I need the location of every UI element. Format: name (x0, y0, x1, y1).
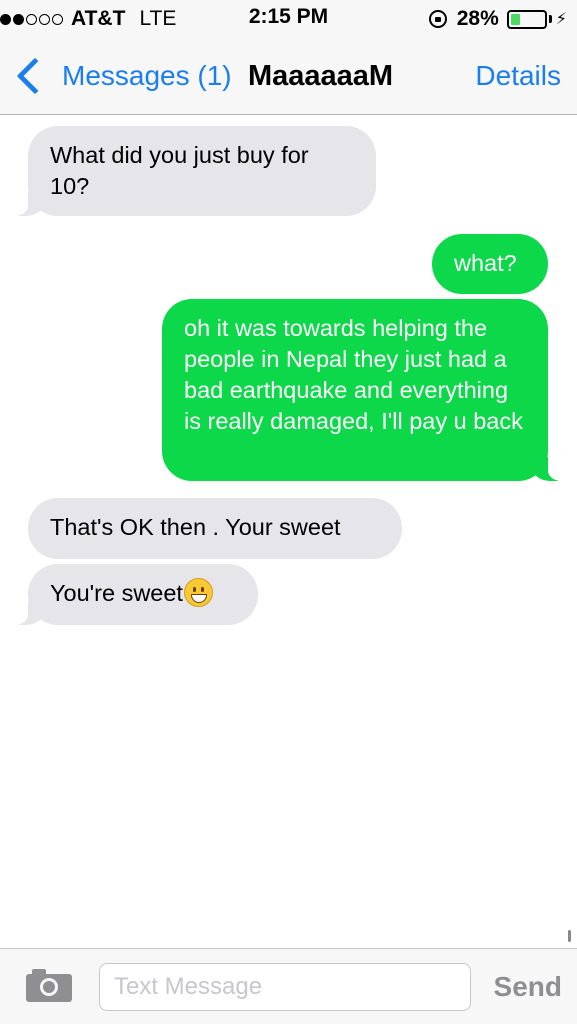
charging-bolt-icon: ⚡ (555, 11, 567, 28)
message-text: What did you just buy for 10? (50, 142, 309, 199)
bubble-tail (532, 453, 570, 481)
camera-lens (40, 978, 58, 996)
message-text: oh it was towards helping the people in … (184, 315, 523, 434)
back-label: Messages (1) (62, 60, 232, 91)
outgoing-message-bubble[interactable]: oh it was towards helping the people in … (162, 299, 570, 481)
message-text: That's OK then . Your sweet (50, 514, 341, 540)
camera-icon[interactable] (26, 969, 72, 1002)
message-input-bar: Send (0, 948, 577, 1024)
incoming-message-bubble[interactable]: You're sweet (6, 564, 258, 625)
battery-fill (510, 13, 520, 25)
chevron-left-icon (16, 57, 54, 95)
text-message-input[interactable] (99, 963, 471, 1011)
battery-percent: 28% (456, 7, 499, 30)
incoming-message-bubble[interactable]: What did you just buy for 10? (6, 126, 376, 216)
grinning-face-emoji-icon (183, 578, 213, 607)
send-button[interactable]: Send (494, 963, 562, 1011)
scroll-indicator[interactable] (568, 930, 571, 942)
incoming-message-bubble[interactable]: That's OK then . Your sweet (28, 498, 402, 559)
bubble-tail (6, 188, 44, 216)
outgoing-message-bubble[interactable]: what? (432, 234, 548, 294)
message-text: what? (454, 250, 517, 276)
status-right: 28% ⚡ (428, 5, 567, 33)
battery-icon (506, 9, 547, 29)
details-button[interactable]: Details (475, 56, 561, 96)
conversation-title: MaaaaaaM (248, 59, 394, 92)
message-text: You're sweet (50, 580, 183, 606)
status-bar: AT&T LTE 2:15 PM 28% ⚡ (0, 0, 577, 38)
rotation-lock-icon (428, 10, 447, 28)
navigation-bar: Messages (1) MaaaaaaM Details (0, 38, 577, 115)
back-button[interactable]: Messages (1) (12, 56, 232, 96)
bubble-tail (6, 597, 44, 625)
battery-cap (548, 15, 552, 23)
